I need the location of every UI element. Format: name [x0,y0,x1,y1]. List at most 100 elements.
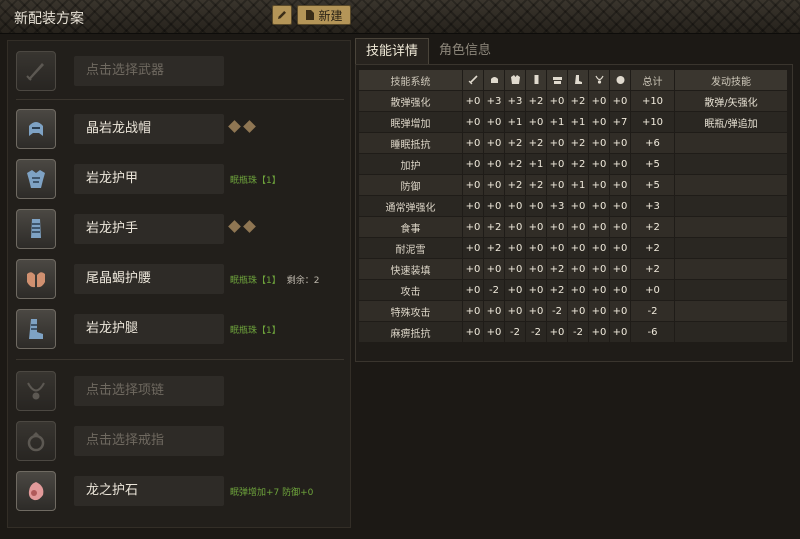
skill-value-cell: +0 [463,217,483,237]
skill-name-cell: 加护 [359,154,462,174]
skill-value-cell: +0 [463,133,483,153]
table-row: 耐泥雪 +0 +2 +0 +0 +0 +0 +0 +0 +2 [359,238,787,258]
skill-value-cell: -2 [505,322,525,342]
skill-name-cell: 食事 [359,217,462,237]
waist-slot[interactable]: 尾晶蝎护腰 眠瓶珠【1】 剩余：2 [16,257,346,301]
chest-armor-name[interactable]: 岩龙护甲 [74,164,224,194]
skill-value-cell: +0 [589,280,609,300]
chest-slot[interactable]: 岩龙护甲 眠瓶珠【1】 [16,157,346,201]
activated-skill-cell [675,301,787,321]
table-row: 防御 +0 +0 +2 +2 +0 +1 +0 +0 +5 [359,175,787,195]
header-skill-system: 技能系统 [359,70,462,90]
skill-details-panel: 技能系统 总计 发动技能 散弹强化 +0 +3 +3 +2 +0 +2 +0 +0 +10 散弹/矢… [355,64,793,362]
skill-name-cell: 攻击 [359,280,462,300]
legs-armor-name[interactable]: 岩龙护腿 [74,314,224,344]
activated-skill-cell: 眠瓶/弹追加 [675,112,787,132]
necklace-select-button[interactable]: 点击选择项链 [74,376,224,406]
skill-value-cell: +0 [505,280,525,300]
waist-armor-name[interactable]: 尾晶蝎护腰 [74,264,224,294]
skill-value-cell: -2 [547,301,567,321]
skill-value-cell: +0 [547,133,567,153]
skill-value-cell: +0 [484,322,504,342]
edit-button[interactable] [272,5,292,25]
skill-value-cell: +0 [484,259,504,279]
skill-value-cell: +0 [547,175,567,195]
weapon-select-button[interactable]: 点击选择武器 [74,56,224,86]
new-button[interactable]: 新建 [297,5,351,25]
remaining-slots: 剩余：2 [286,276,320,286]
skill-name-cell: 耐泥雪 [359,238,462,258]
talisman-skill-text: 眠弹增加+7 防御+0 [230,488,314,498]
skill-value-cell: +0 [610,322,630,342]
head-slot[interactable]: 晶岩龙战帽 [16,107,346,151]
skill-value-cell: +0 [589,301,609,321]
activated-skill-cell [675,259,787,279]
necklace-slot[interactable]: 点击选择项链 [16,369,346,413]
header-activated-skill: 发动技能 [675,70,787,90]
arms-slot[interactable]: 岩龙护手 [16,207,346,251]
gauntlet-icon [16,209,56,249]
talisman-slot[interactable]: 龙之护石 眠弹增加+7 防御+0 [16,469,346,513]
talisman-name[interactable]: 龙之护石 [74,476,224,506]
activated-skill-cell: 散弹/矢强化 [675,91,787,111]
helmet-icon [484,70,504,90]
skill-value-cell: +0 [484,175,504,195]
new-button-label: 新建 [318,8,343,23]
waist-armor-icon [547,70,567,90]
skill-value-cell: +0 [589,154,609,174]
skill-value-cell: +0 [610,154,630,174]
tab-character-info[interactable]: 角色信息 [429,38,501,64]
skill-value-cell: +0 [526,196,546,216]
decoration-name: 眠瓶珠【1】 [230,276,281,286]
skill-value-cell: +1 [568,112,588,132]
skill-total-cell: +2 [631,238,674,258]
skill-value-cell: -2 [568,322,588,342]
weapon-slot[interactable]: 点击选择武器 [16,49,346,93]
decoration-name: 眠瓶珠【1】 [230,176,281,186]
skill-total-cell: +3 [631,196,674,216]
skill-value-cell: +0 [589,238,609,258]
head-armor-name[interactable]: 晶岩龙战帽 [74,114,224,144]
decoration-note: 眠瓶珠【1】 [230,173,281,186]
skill-value-cell: +0 [463,154,483,174]
window-title: 新配装方案 [14,11,84,27]
table-header-row: 技能系统 总计 发动技能 [359,70,787,90]
skill-value-cell: +0 [505,259,525,279]
skill-total-cell: +10 [631,91,674,111]
skill-value-cell: +0 [589,196,609,216]
skill-value-cell: +0 [610,91,630,111]
skill-value-cell: +0 [463,280,483,300]
skill-value-cell: +2 [484,238,504,258]
skill-value-cell: +1 [547,112,567,132]
skill-value-cell: +0 [505,238,525,258]
skill-value-cell: +0 [589,322,609,342]
skill-value-cell: +0 [463,196,483,216]
legs-slot[interactable]: 岩龙护腿 眠瓶珠【1】 [16,307,346,351]
tab-skill-details[interactable]: 技能详情 [355,38,430,64]
skill-total-cell: +2 [631,259,674,279]
skill-total-cell: +2 [631,217,674,237]
skill-value-cell: +2 [526,175,546,195]
skill-value-cell: +0 [526,280,546,300]
skill-name-cell: 通常弹强化 [359,196,462,216]
skill-value-cell: +0 [547,322,567,342]
skill-total-cell: +5 [631,154,674,174]
skill-total-cell: +5 [631,175,674,195]
skill-value-cell: +0 [526,259,546,279]
skill-value-cell: +2 [526,91,546,111]
skill-value-cell: +0 [589,112,609,132]
table-row: 麻痹抵抗 +0 +0 -2 -2 +0 -2 +0 +0 -6 [359,322,787,342]
arms-armor-name[interactable]: 岩龙护手 [74,214,224,244]
skill-value-cell: +0 [568,217,588,237]
skill-value-cell: +0 [526,112,546,132]
chest-armor-icon [16,159,56,199]
skill-value-cell: +0 [610,217,630,237]
skill-value-cell: +0 [547,238,567,258]
necklace-icon [16,371,56,411]
decoration-note: 眠瓶珠【1】 [230,323,281,336]
equipment-panel: 点击选择武器 晶岩龙战帽 岩龙护甲 眠瓶珠【1】 岩龙护手 尾晶蝎护腰 眠瓶珠【… [7,40,351,528]
ring-slot[interactable]: 点击选择戒指 [16,419,346,463]
skill-table: 技能系统 总计 发动技能 散弹强化 +0 +3 +3 +2 +0 +2 +0 +0 +10 散弹/矢… [358,69,788,343]
talisman-skills: 眠弹增加+7 防御+0 [230,485,313,498]
ring-select-button[interactable]: 点击选择戒指 [74,426,224,456]
